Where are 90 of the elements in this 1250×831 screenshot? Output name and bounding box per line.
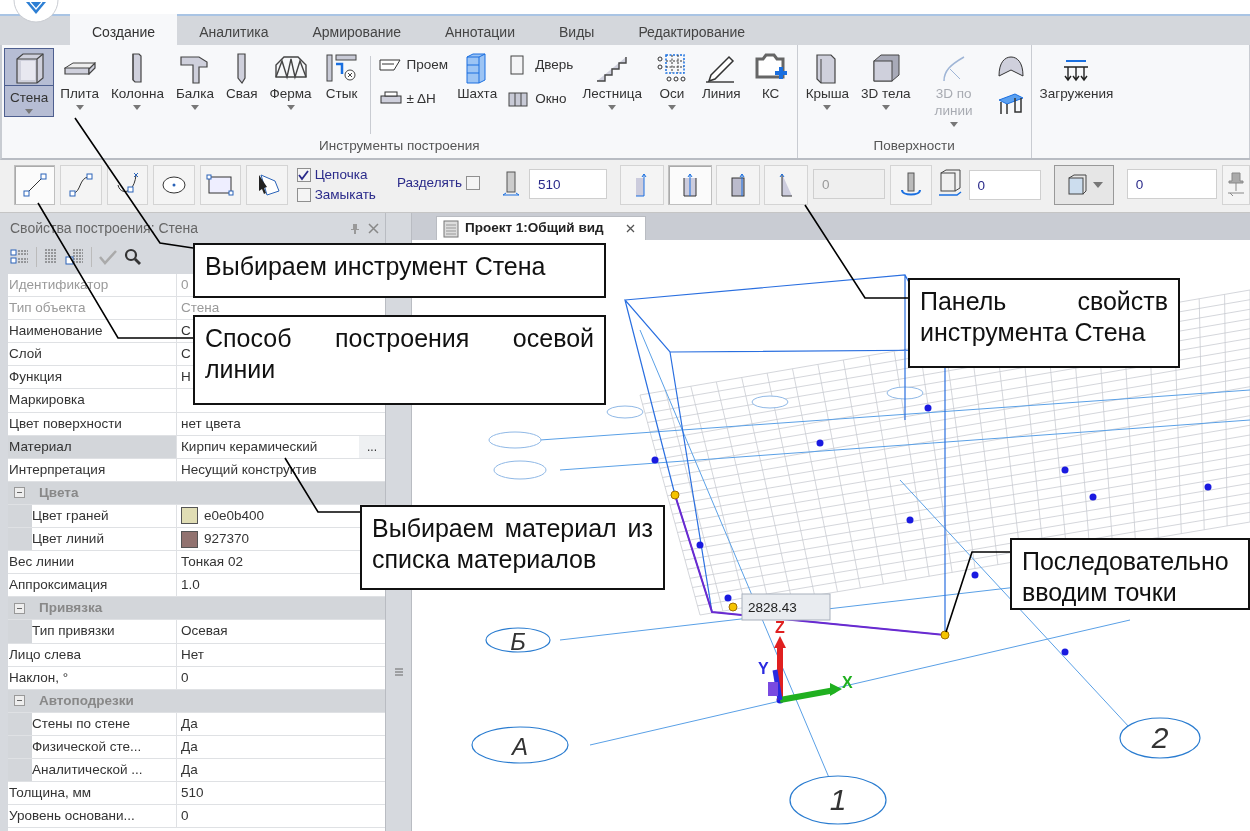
top-offset-field[interactable]: 0: [1126, 169, 1217, 199]
document-tab[interactable]: Проект 1:Общий вид: [436, 216, 646, 240]
property-value: Стена: [181, 299, 220, 318]
ribbon-tab[interactable]: Редактирование: [616, 14, 768, 45]
group-label: Инструменты построения: [318, 137, 481, 155]
property-value: 927370: [204, 530, 250, 549]
ribbon-tab[interactable]: Аналитика: [177, 14, 291, 45]
property-name[interactable]: Наименование: [8, 320, 177, 343]
axis-label: Y: [758, 660, 769, 677]
property-value: 0: [181, 276, 189, 295]
ribbon-tab[interactable]: Виды: [537, 14, 617, 45]
property-name[interactable]: Материал: [8, 435, 177, 458]
ribbon-button[interactable]: Загружения: [1033, 48, 1120, 105]
thickness-field[interactable]: 510: [529, 169, 608, 199]
property-value: Нет: [181, 645, 204, 664]
property-name[interactable]: Интерпретация: [8, 458, 177, 481]
property-value: 1.0: [181, 576, 200, 595]
property-name[interactable]: Цвет линий: [8, 528, 177, 551]
property-name[interactable]: Вес линии: [8, 551, 177, 574]
property-name[interactable]: Аналитической ...: [8, 758, 177, 782]
base-offset-field[interactable]: 0: [968, 170, 1041, 200]
property-name[interactable]: Цвет поверхности: [8, 412, 177, 435]
ribbon-button[interactable]: Ферма: [263, 48, 318, 113]
property-name[interactable]: Цвет граней: [8, 504, 177, 528]
callout: Способ построения осевой линии: [193, 315, 606, 405]
property-value: Да: [181, 714, 198, 733]
axis-bubble: 2: [1119, 717, 1201, 759]
checkbox-label: Цепочка: [314, 166, 368, 184]
ribbon-button[interactable]: КС: [746, 48, 795, 105]
ribbon-button[interactable]: Плита: [54, 48, 105, 113]
ribbon-button[interactable]: Стык: [317, 48, 366, 105]
ribbon-button[interactable]: Шахта: [451, 48, 504, 105]
property-value: Да: [181, 761, 198, 779]
property-name[interactable]: Аппроксимация: [8, 574, 177, 597]
axis-bubble: Б: [485, 627, 551, 655]
property-value: Кирпич керамический: [181, 437, 318, 456]
ribbon-button[interactable]: Проем: [374, 52, 452, 78]
ribbon-button[interactable]: Дверь: [503, 52, 577, 78]
property-value: нет цвета: [181, 414, 241, 433]
group-name: Цвета: [39, 483, 79, 502]
property-value: С: [181, 345, 191, 364]
ribbon-button[interactable]: Лестница: [576, 48, 648, 113]
group-name: Привязка: [39, 599, 103, 618]
ribbon-button[interactable]: 3D тела: [855, 48, 917, 113]
browse-button[interactable]: ...: [359, 435, 385, 458]
ribbon-button[interactable]: ± ΔH: [374, 86, 452, 112]
ribbon-tab[interactable]: Армирование: [290, 14, 423, 45]
callout: Выбираем инструмент Стена: [193, 243, 606, 298]
ribbon-tab[interactable]: Аннотации: [423, 14, 537, 45]
ribbon-button[interactable]: Крыша: [799, 48, 856, 113]
property-value: 0: [181, 668, 189, 687]
dimension-value: 2828.43: [748, 600, 797, 615]
property-value: Тонкая 02: [181, 553, 243, 572]
property-value: e0e0b400: [204, 507, 265, 525]
ribbon-button[interactable]: Стена: [4, 48, 55, 117]
callout: Последовательно вводим точки: [1010, 538, 1250, 610]
property-name[interactable]: Тип привязки: [8, 620, 177, 643]
axis-label: X: [842, 674, 853, 691]
ribbon-button[interactable]: Свая: [219, 48, 264, 105]
property-value: 510: [181, 784, 204, 803]
callout: Панель свойств инструмента Стена: [908, 278, 1180, 368]
property-name[interactable]: Стены по стене: [8, 712, 177, 735]
ribbon-button[interactable]: Балка: [169, 48, 220, 113]
callout: Выбираем материал из списка материалов: [360, 505, 665, 590]
axis-bubble: 1: [789, 775, 887, 825]
property-name[interactable]: Лицо слева: [8, 643, 177, 666]
ribbon-button[interactable]: Окно: [503, 86, 577, 112]
checkbox-label: Разделять: [396, 174, 463, 192]
ribbon-button[interactable]: Колонна: [104, 48, 170, 113]
property-value: С: [181, 322, 191, 341]
ribbon-button[interactable]: Линия: [695, 48, 747, 105]
property-name[interactable]: Маркировка: [8, 389, 177, 412]
property-value: Н: [181, 368, 191, 387]
property-name[interactable]: Физической сте...: [8, 735, 177, 758]
axis-label: Z: [775, 619, 785, 636]
axis-bubble: А: [471, 726, 569, 764]
tab-label: Проект 1:Общий вид: [465, 219, 604, 238]
ribbon-tab[interactable]: Создание: [70, 14, 178, 45]
group-label: Поверхности: [872, 137, 956, 155]
group-name: Автоподрезки: [39, 691, 134, 710]
property-name[interactable]: Наклон, °: [8, 666, 177, 689]
property-value: Да: [181, 737, 198, 756]
property-name[interactable]: Уровень основани...: [8, 805, 177, 828]
ribbon-button[interactable]: Оси: [647, 48, 696, 113]
property-value: Осевая: [181, 622, 228, 641]
checkbox-label: Замыкать: [314, 186, 376, 205]
property-name[interactable]: Функция: [8, 366, 177, 389]
property-value: 0: [181, 807, 189, 826]
property-name[interactable]: Слой: [8, 343, 177, 366]
property-name[interactable]: Толщина, мм: [8, 782, 177, 805]
